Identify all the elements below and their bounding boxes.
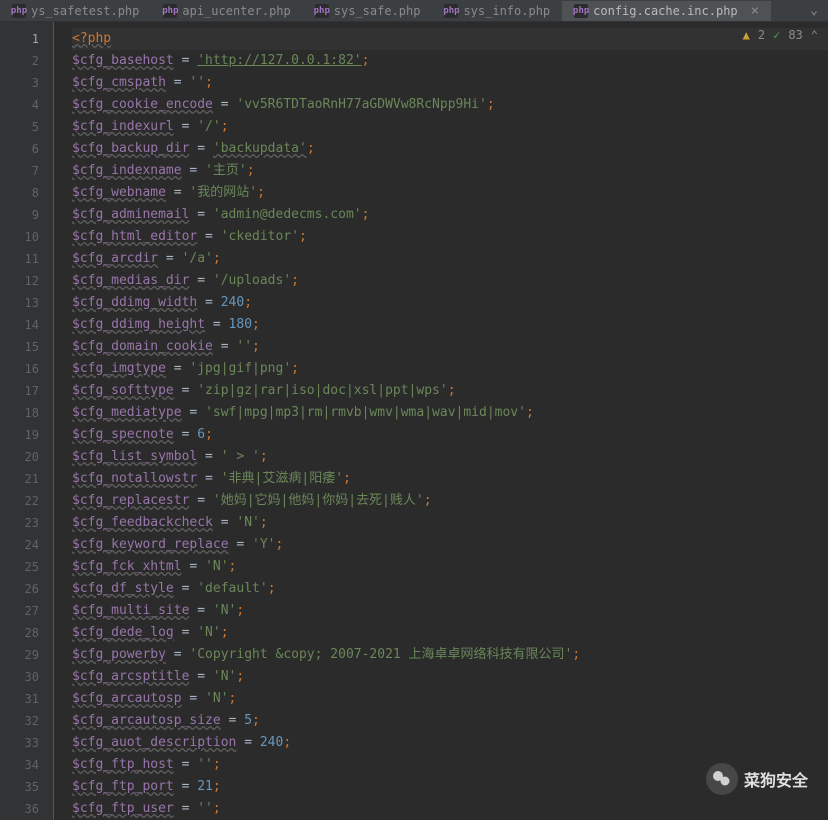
code-line: $cfg_list_symbol = ' > '; bbox=[72, 446, 828, 468]
code-line: $cfg_html_editor = 'ckeditor'; bbox=[72, 226, 828, 248]
line-number[interactable]: 8 bbox=[0, 182, 53, 204]
line-number[interactable]: 9 bbox=[0, 204, 53, 226]
code-line: $cfg_backup_dir = 'backupdata'; bbox=[72, 138, 828, 160]
line-number[interactable]: 23 bbox=[0, 512, 53, 534]
code-line: $cfg_arcsptitle = 'N'; bbox=[72, 666, 828, 688]
code-line: $cfg_cmspath = ''; bbox=[72, 72, 828, 94]
tab-sys-safe[interactable]: phpsys_safe.php bbox=[303, 2, 433, 20]
code-line: $cfg_adminemail = 'admin@dedecms.com'; bbox=[72, 204, 828, 226]
php-icon: php bbox=[444, 4, 458, 18]
code-line: $cfg_webname = '我的网站'; bbox=[72, 182, 828, 204]
code-line: $cfg_imgtype = 'jpg|gif|png'; bbox=[72, 358, 828, 380]
code-line: $cfg_dede_log = 'N'; bbox=[72, 622, 828, 644]
code-line: $cfg_keyword_replace = 'Y'; bbox=[72, 534, 828, 556]
php-icon: php bbox=[315, 4, 329, 18]
code-line: $cfg_mediatype = 'swf|mpg|mp3|rm|rmvb|wm… bbox=[72, 402, 828, 424]
code-line: $cfg_specnote = 6; bbox=[72, 424, 828, 446]
line-number[interactable]: 31 bbox=[0, 688, 53, 710]
code-line: $cfg_auot_description = 240; bbox=[72, 732, 828, 754]
code-line: $cfg_indexurl = '/'; bbox=[72, 116, 828, 138]
line-number[interactable]: 7 bbox=[0, 160, 53, 182]
code-line: $cfg_ftp_user = ''; bbox=[72, 798, 828, 820]
line-number[interactable]: 1 bbox=[0, 28, 53, 50]
warning-icon: ▲ bbox=[743, 28, 750, 42]
code-line: $cfg_df_style = 'default'; bbox=[72, 578, 828, 600]
chevron-down-icon[interactable]: ⌄ bbox=[800, 3, 828, 18]
line-number[interactable]: 20 bbox=[0, 446, 53, 468]
code-line: $cfg_cookie_encode = 'vv5R6TDTaoRnH77aGD… bbox=[72, 94, 828, 116]
code-line: $cfg_replacestr = '她妈|它妈|他妈|你妈|去死|贱人'; bbox=[72, 490, 828, 512]
line-number[interactable]: 18 bbox=[0, 402, 53, 424]
line-number[interactable]: 24 bbox=[0, 534, 53, 556]
line-number[interactable]: 35 bbox=[0, 776, 53, 798]
line-number[interactable]: 2 bbox=[0, 50, 53, 72]
line-number[interactable]: 22 bbox=[0, 490, 53, 512]
line-number[interactable]: 28 bbox=[0, 622, 53, 644]
gutter: 1 2 3 4 5 6 7 8 9 10 11 12 13 14 15 16 1… bbox=[0, 22, 54, 820]
line-number[interactable]: 4 bbox=[0, 94, 53, 116]
line-number[interactable]: 36 bbox=[0, 798, 53, 820]
php-icon: php bbox=[574, 4, 588, 18]
code-line: $cfg_domain_cookie = ''; bbox=[72, 336, 828, 358]
code-line: $cfg_arcautosp_size = 5; bbox=[72, 710, 828, 732]
close-icon[interactable]: × bbox=[751, 3, 759, 19]
tab-bar: phpys_safetest.php phpapi_ucenter.php ph… bbox=[0, 0, 828, 22]
line-number[interactable]: 34 bbox=[0, 754, 53, 776]
line-number[interactable]: 33 bbox=[0, 732, 53, 754]
code-line: $cfg_powerby = 'Copyright &copy; 2007-20… bbox=[72, 644, 828, 666]
code-line: $cfg_medias_dir = '/uploads'; bbox=[72, 270, 828, 292]
check-icon: ✓ bbox=[773, 28, 780, 42]
line-number[interactable]: 26 bbox=[0, 578, 53, 600]
line-number[interactable]: 5 bbox=[0, 116, 53, 138]
code-line: $cfg_notallowstr = '非典|艾滋病|阳痿'; bbox=[72, 468, 828, 490]
code-line: $cfg_feedbackcheck = 'N'; bbox=[72, 512, 828, 534]
code-line: <?php bbox=[72, 28, 828, 50]
line-number[interactable]: 11 bbox=[0, 248, 53, 270]
line-number[interactable]: 3 bbox=[0, 72, 53, 94]
line-number[interactable]: 29 bbox=[0, 644, 53, 666]
code-line: $cfg_multi_site = 'N'; bbox=[72, 600, 828, 622]
line-number[interactable]: 32 bbox=[0, 710, 53, 732]
wechat-icon bbox=[706, 763, 738, 795]
line-number[interactable]: 27 bbox=[0, 600, 53, 622]
php-icon: php bbox=[163, 4, 177, 18]
code-line: $cfg_arcautosp = 'N'; bbox=[72, 688, 828, 710]
watermark: 菜狗安全 bbox=[706, 763, 808, 795]
inspection-status: ▲2 ✓83 ⌃ bbox=[743, 28, 818, 42]
php-icon: php bbox=[12, 4, 26, 18]
line-number[interactable]: 16 bbox=[0, 358, 53, 380]
code-line: $cfg_softtype = 'zip|gz|rar|iso|doc|xsl|… bbox=[72, 380, 828, 402]
code-line: $cfg_ddimg_width = 240; bbox=[72, 292, 828, 314]
line-number[interactable]: 14 bbox=[0, 314, 53, 336]
line-number[interactable]: 19 bbox=[0, 424, 53, 446]
code-line: $cfg_arcdir = '/a'; bbox=[72, 248, 828, 270]
line-number[interactable]: 30 bbox=[0, 666, 53, 688]
chevron-up-down-icon[interactable]: ⌃ bbox=[811, 28, 818, 42]
line-number[interactable]: 12 bbox=[0, 270, 53, 292]
line-number[interactable]: 25 bbox=[0, 556, 53, 578]
line-number[interactable]: 13 bbox=[0, 292, 53, 314]
tab-sys-info[interactable]: phpsys_info.php bbox=[432, 2, 562, 20]
tab-config-cache[interactable]: phpconfig.cache.inc.php× bbox=[562, 1, 771, 21]
tab-api-ucenter[interactable]: phpapi_ucenter.php bbox=[151, 2, 302, 20]
line-number[interactable]: 21 bbox=[0, 468, 53, 490]
line-number[interactable]: 6 bbox=[0, 138, 53, 160]
code-line: $cfg_fck_xhtml = 'N'; bbox=[72, 556, 828, 578]
tab-safetest[interactable]: phpys_safetest.php bbox=[0, 2, 151, 20]
line-number[interactable]: 17 bbox=[0, 380, 53, 402]
line-number[interactable]: 15 bbox=[0, 336, 53, 358]
code-line: $cfg_ddimg_height = 180; bbox=[72, 314, 828, 336]
code-editor[interactable]: 1 2 3 4 5 6 7 8 9 10 11 12 13 14 15 16 1… bbox=[0, 22, 828, 820]
line-number[interactable]: 10 bbox=[0, 226, 53, 248]
code-line: $cfg_basehost = 'http://127.0.0.1:82'; bbox=[72, 50, 828, 72]
code-area[interactable]: <?php $cfg_basehost = 'http://127.0.0.1:… bbox=[54, 22, 828, 820]
code-line: $cfg_indexname = '主页'; bbox=[72, 160, 828, 182]
